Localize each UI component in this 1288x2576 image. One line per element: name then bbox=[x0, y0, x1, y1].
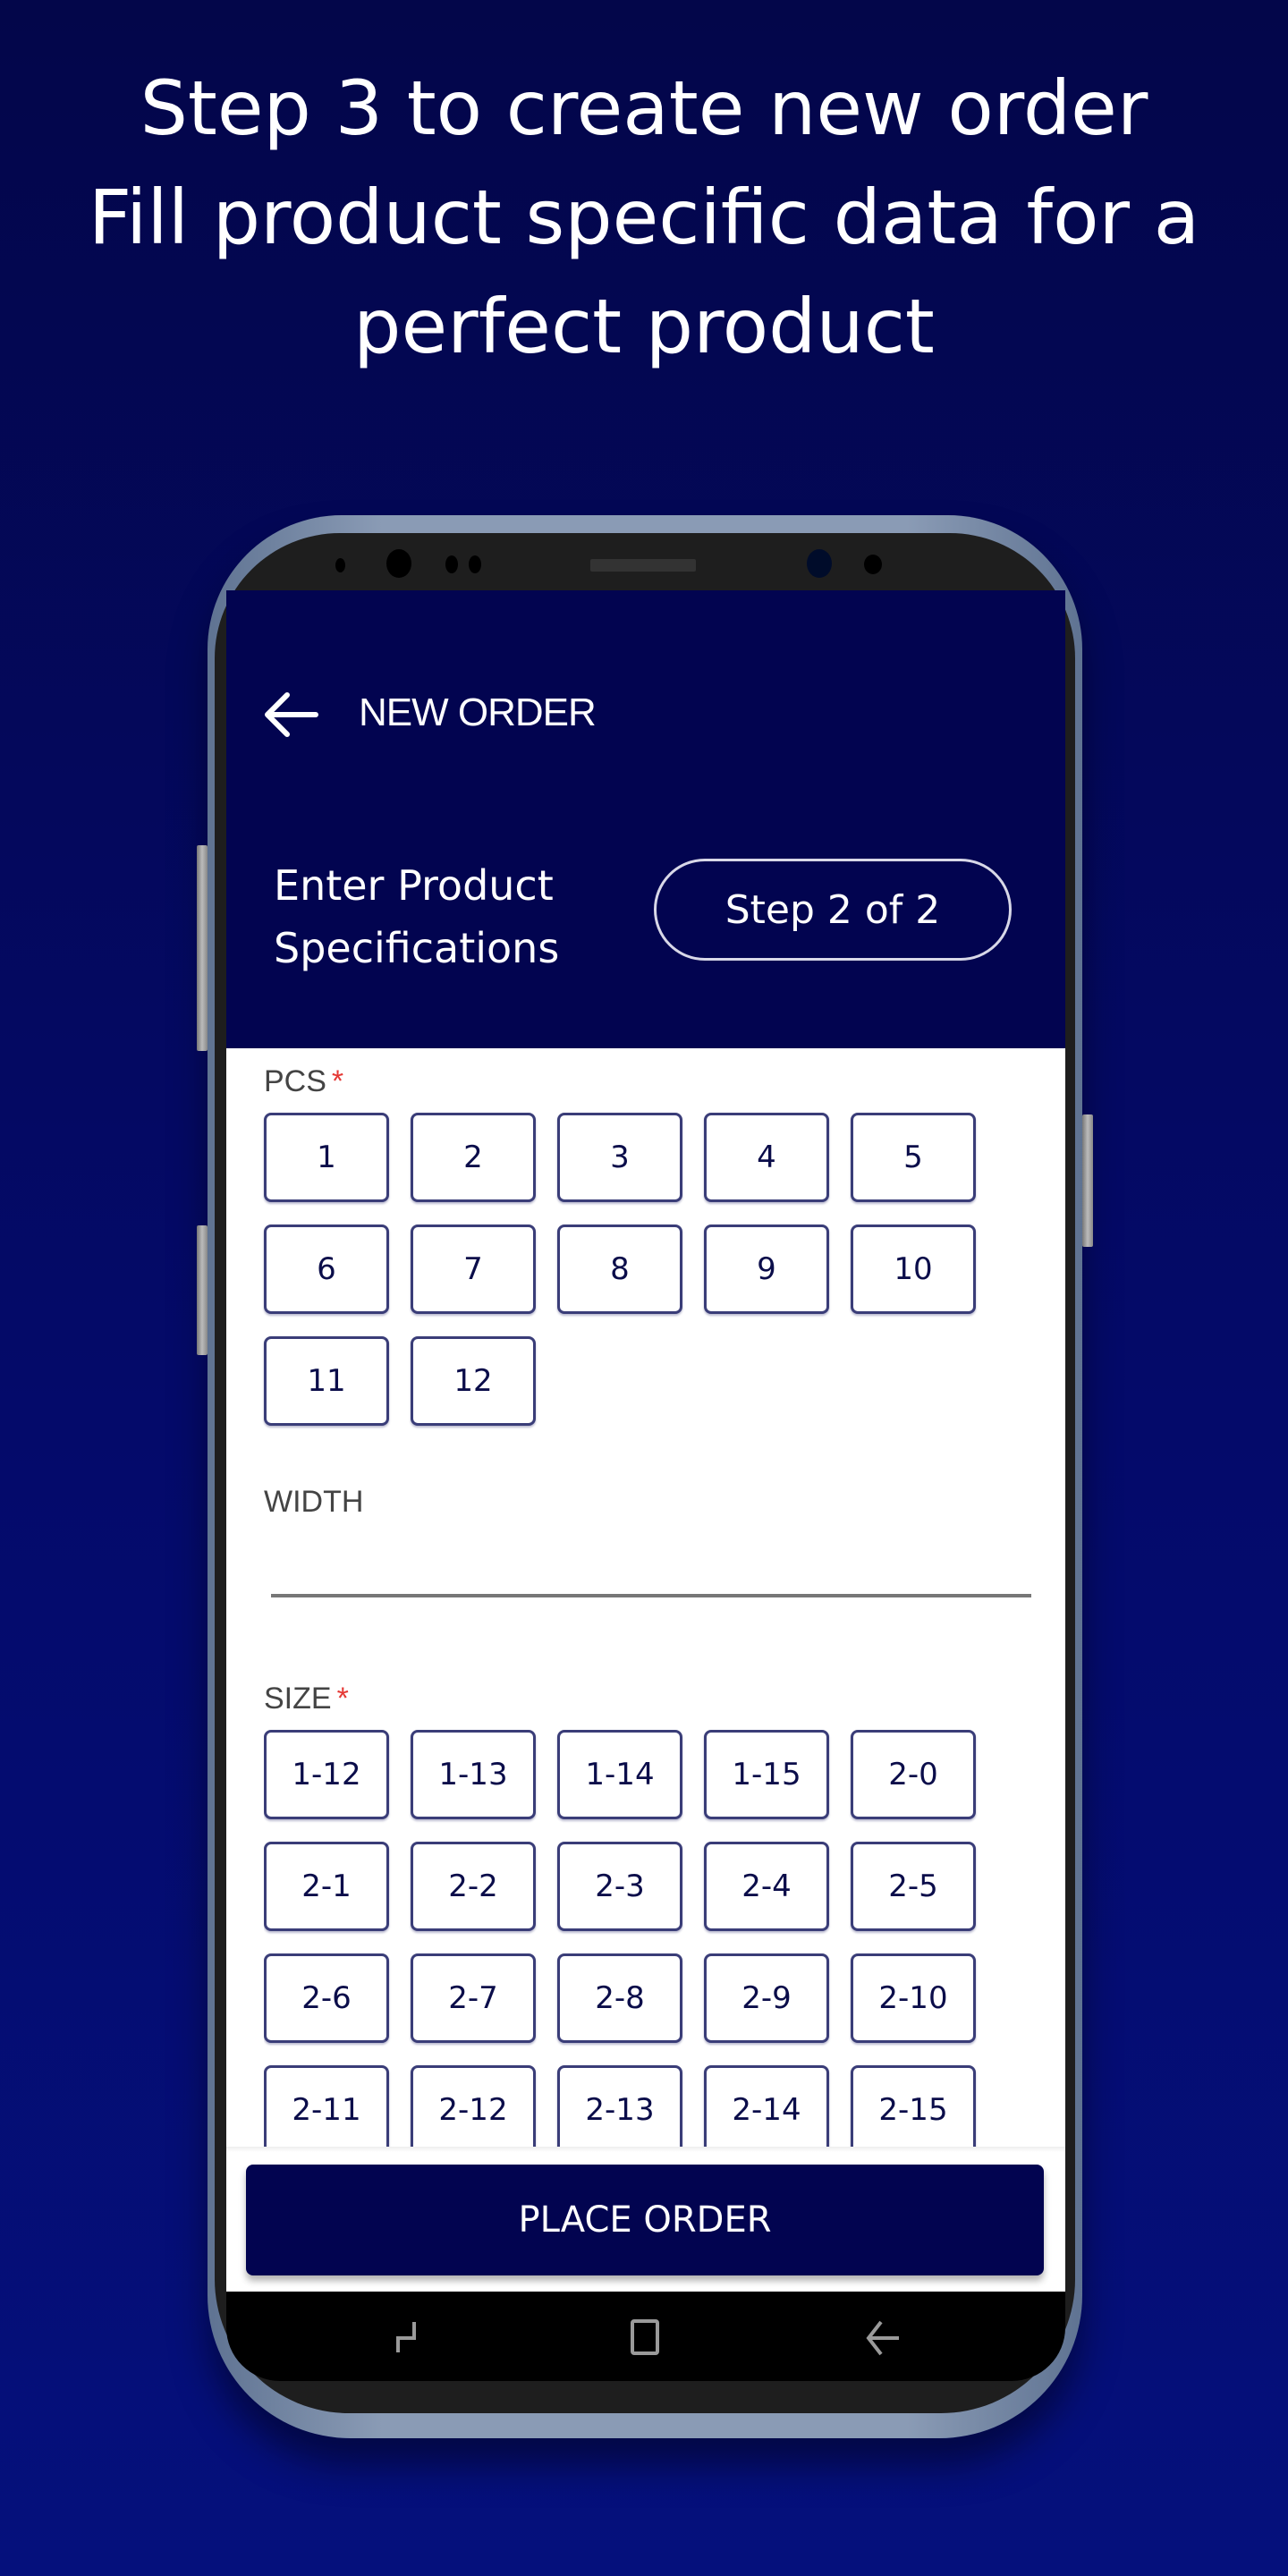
size-option-button[interactable]: 2-14 bbox=[704, 2065, 829, 2148]
size-option-button[interactable]: 2-0 bbox=[851, 1730, 976, 1819]
sensor-icon bbox=[469, 555, 481, 573]
size-option-button[interactable]: 2-4 bbox=[704, 1842, 829, 1931]
sensor-icon bbox=[445, 555, 458, 573]
pcs-option-button[interactable]: 10 bbox=[851, 1224, 976, 1314]
pcs-option-button[interactable]: 12 bbox=[411, 1336, 536, 1426]
step-indicator: Step 2 of 2 bbox=[654, 859, 1012, 961]
pcs-label-text: PCS bbox=[264, 1064, 326, 1098]
pcs-option-button[interactable]: 1 bbox=[264, 1113, 389, 1202]
pcs-option-button[interactable]: 2 bbox=[411, 1113, 536, 1202]
sensor-icon bbox=[864, 555, 882, 574]
size-option-button[interactable]: 2-8 bbox=[557, 1953, 682, 2043]
arrow-left-icon[interactable] bbox=[260, 682, 323, 745]
size-label: SIZE * bbox=[264, 1682, 349, 1716]
pcs-option-button[interactable]: 3 bbox=[557, 1113, 682, 1202]
size-option-button[interactable]: 2-3 bbox=[557, 1842, 682, 1931]
size-option-button[interactable]: 2-13 bbox=[557, 2065, 682, 2148]
front-camera-icon bbox=[807, 549, 832, 578]
size-option-button[interactable]: 2-6 bbox=[264, 1953, 389, 2043]
recent-apps-icon[interactable] bbox=[387, 2315, 432, 2360]
power-button bbox=[1082, 1114, 1093, 1247]
size-option-button[interactable]: 2-1 bbox=[264, 1842, 389, 1931]
width-label: WIDTH bbox=[264, 1485, 364, 1519]
size-option-button[interactable]: 2-10 bbox=[851, 1953, 976, 2043]
size-option-button[interactable]: 1-13 bbox=[411, 1730, 536, 1819]
pcs-option-button[interactable]: 7 bbox=[411, 1224, 536, 1314]
app-screen: NEW ORDER Enter Product Specifications S… bbox=[226, 590, 1065, 2292]
size-option-button[interactable]: 1-12 bbox=[264, 1730, 389, 1819]
earpiece-speaker bbox=[590, 559, 696, 572]
app-header: NEW ORDER Enter Product Specifications S… bbox=[226, 590, 1065, 1048]
back-icon[interactable] bbox=[860, 2315, 904, 2360]
subtitle-line-1: Enter Product bbox=[274, 861, 554, 910]
iris-sensor-icon bbox=[386, 549, 411, 578]
size-option-button[interactable]: 2-12 bbox=[411, 2065, 536, 2148]
sensor-icon bbox=[335, 558, 345, 572]
pcs-option-button[interactable]: 11 bbox=[264, 1336, 389, 1426]
pcs-option-button[interactable]: 4 bbox=[704, 1113, 829, 1202]
promo-headline: Step 3 to create new order Fill product … bbox=[0, 54, 1288, 381]
size-options: 1-12 1-13 1-14 1-15 2-0 2-1 2-2 2-3 2-4 2-5 2-6 2-7… bbox=[264, 1730, 1024, 2148]
home-icon[interactable] bbox=[623, 2315, 668, 2360]
volume-button bbox=[197, 845, 208, 1051]
size-option-button[interactable]: 2-15 bbox=[851, 2065, 976, 2148]
divider bbox=[226, 2147, 1065, 2152]
system-navigation-bar bbox=[226, 2292, 1065, 2381]
size-option-button[interactable]: 2-9 bbox=[704, 1953, 829, 2043]
pcs-label: PCS * bbox=[264, 1064, 343, 1099]
section-subtitle: Enter Product Specifications bbox=[274, 854, 559, 979]
pcs-option-button[interactable]: 8 bbox=[557, 1224, 682, 1314]
required-mark: * bbox=[331, 1064, 344, 1098]
size-option-button[interactable]: 1-15 bbox=[704, 1730, 829, 1819]
bixby-button bbox=[197, 1225, 208, 1355]
place-order-button[interactable]: PLACE ORDER bbox=[246, 2165, 1044, 2275]
size-option-button[interactable]: 2-2 bbox=[411, 1842, 536, 1931]
size-option-button[interactable]: 2-5 bbox=[851, 1842, 976, 1931]
headline-line-1: Step 3 to create new order bbox=[140, 64, 1148, 152]
size-label-text: SIZE bbox=[264, 1682, 332, 1716]
size-option-button[interactable]: 2-11 bbox=[264, 2065, 389, 2148]
pcs-option-button[interactable]: 6 bbox=[264, 1224, 389, 1314]
pcs-option-button[interactable]: 9 bbox=[704, 1224, 829, 1314]
size-option-button[interactable]: 1-14 bbox=[557, 1730, 682, 1819]
headline-line-3: perfect product bbox=[353, 283, 935, 370]
required-mark: * bbox=[336, 1682, 349, 1716]
pcs-option-button[interactable]: 5 bbox=[851, 1113, 976, 1202]
page-title: NEW ORDER bbox=[359, 691, 597, 734]
size-option-button[interactable]: 2-7 bbox=[411, 1953, 536, 2043]
width-input[interactable] bbox=[271, 1521, 1031, 1597]
subtitle-line-2: Specifications bbox=[274, 924, 560, 972]
headline-line-2: Fill product specific data for a bbox=[88, 174, 1200, 261]
